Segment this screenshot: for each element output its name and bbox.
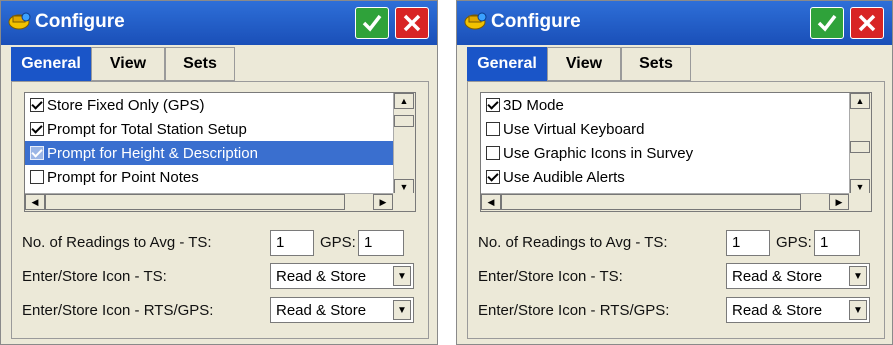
checkmark-icon: [362, 14, 382, 32]
checkbox[interactable]: [30, 122, 44, 136]
select-value: Read & Store: [276, 268, 367, 285]
scroll-corner: [393, 193, 415, 211]
scroll-thumb[interactable]: [501, 194, 801, 210]
list-item-label: Store Fixed Only (GPS): [47, 96, 205, 114]
list-item-label: Use Virtual Keyboard: [503, 120, 645, 138]
scroll-thumb[interactable]: [850, 141, 870, 153]
checkbox[interactable]: [486, 170, 500, 184]
tab-view[interactable]: View: [91, 47, 165, 81]
configure-window-left: Configure General View Sets Store Fixed …: [0, 0, 438, 345]
options-rows: Store Fixed Only (GPS) Prompt for Total …: [25, 93, 393, 195]
scroll-thumb[interactable]: [394, 115, 414, 127]
arrow-up-icon[interactable]: ▲: [394, 93, 414, 109]
ok-button[interactable]: [355, 7, 389, 39]
list-item-label: Use Audible Alerts: [503, 168, 625, 186]
list-item-label: Use Graphic Icons in Survey: [503, 144, 694, 162]
configure-window-right: Configure General View Sets 3D Mode Use …: [456, 0, 893, 345]
vertical-scrollbar[interactable]: ▲ ▼: [393, 93, 415, 195]
select-value: Read & Store: [732, 268, 823, 285]
checkbox[interactable]: [30, 146, 44, 160]
cancel-button[interactable]: [395, 7, 429, 39]
arrow-right-icon[interactable]: ▶: [373, 194, 393, 210]
list-item[interactable]: Prompt for Total Station Setup: [25, 117, 393, 141]
select-value: Read & Store: [276, 302, 367, 319]
rts-icon-label: Enter/Store Icon - RTS/GPS:: [22, 302, 214, 319]
gps-label: GPS:: [320, 234, 356, 251]
ok-button[interactable]: [810, 7, 844, 39]
horizontal-scrollbar[interactable]: ◀ ▶: [25, 193, 393, 211]
list-item-label: 3D Mode: [503, 96, 564, 114]
arrow-right-icon[interactable]: ▶: [829, 194, 849, 210]
chevron-down-icon[interactable]: ▼: [849, 266, 867, 286]
ts-readings-field[interactable]: 1: [270, 230, 314, 256]
options-rows: 3D Mode Use Virtual Keyboard Use Graphic…: [481, 93, 849, 195]
ts-icon-label: Enter/Store Icon - TS:: [478, 268, 623, 285]
list-item-label: Prompt for Point Notes: [47, 168, 199, 186]
chevron-down-icon[interactable]: ▼: [393, 266, 411, 286]
arrow-left-icon[interactable]: ◀: [25, 194, 45, 210]
scroll-corner: [849, 193, 871, 211]
horizontal-scrollbar[interactable]: ◀ ▶: [481, 193, 849, 211]
scroll-thumb[interactable]: [45, 194, 345, 210]
window-title: Configure: [35, 11, 125, 32]
checkbox[interactable]: [486, 146, 500, 160]
tab-general[interactable]: General: [467, 47, 547, 81]
gps-label: GPS:: [776, 234, 812, 251]
rts-icon-select[interactable]: Read & Store ▼: [270, 297, 414, 323]
tab-general[interactable]: General: [11, 47, 91, 81]
list-item[interactable]: Store Fixed Only (GPS): [25, 93, 393, 117]
general-panel: 3D Mode Use Virtual Keyboard Use Graphic…: [467, 81, 885, 339]
gps-readings-field[interactable]: 1: [814, 230, 860, 256]
window-title: Configure: [491, 11, 581, 32]
gps-readings-field[interactable]: 1: [358, 230, 404, 256]
rts-icon-select[interactable]: Read & Store ▼: [726, 297, 870, 323]
close-x-icon: [858, 14, 876, 32]
checkbox[interactable]: [30, 98, 44, 112]
rts-icon-label: Enter/Store Icon - RTS/GPS:: [478, 302, 670, 319]
title-bar: Configure: [1, 1, 437, 45]
checkbox[interactable]: [30, 170, 44, 184]
title-bar: Configure: [457, 1, 892, 45]
cancel-button[interactable]: [850, 7, 884, 39]
vertical-scrollbar[interactable]: ▲ ▼: [849, 93, 871, 195]
ts-icon-select[interactable]: Read & Store ▼: [726, 263, 870, 289]
readings-label: No. of Readings to Avg - TS:: [22, 234, 212, 251]
list-item-label: Prompt for Total Station Setup: [47, 120, 247, 138]
list-item[interactable]: Use Graphic Icons in Survey: [481, 141, 849, 165]
tab-sets[interactable]: Sets: [621, 47, 691, 81]
list-item[interactable]: Use Virtual Keyboard: [481, 117, 849, 141]
list-item-label: Prompt for Height & Description: [47, 144, 258, 162]
checkbox[interactable]: [486, 98, 500, 112]
surveyor-helmet-icon: [8, 12, 31, 30]
tab-view[interactable]: View: [547, 47, 621, 81]
list-item-selected[interactable]: Prompt for Height & Description: [25, 141, 393, 165]
readings-label: No. of Readings to Avg - TS:: [478, 234, 668, 251]
select-value: Read & Store: [732, 302, 823, 319]
ts-icon-label: Enter/Store Icon - TS:: [22, 268, 167, 285]
surveyor-helmet-icon: [464, 12, 487, 30]
chevron-down-icon[interactable]: ▼: [849, 300, 867, 320]
list-item[interactable]: Use Audible Alerts: [481, 165, 849, 189]
options-list[interactable]: 3D Mode Use Virtual Keyboard Use Graphic…: [480, 92, 872, 212]
general-panel: Store Fixed Only (GPS) Prompt for Total …: [11, 81, 429, 339]
tab-sets[interactable]: Sets: [165, 47, 235, 81]
arrow-up-icon[interactable]: ▲: [850, 93, 870, 109]
options-list[interactable]: Store Fixed Only (GPS) Prompt for Total …: [24, 92, 416, 212]
list-item[interactable]: Prompt for Point Notes: [25, 165, 393, 189]
close-x-icon: [403, 14, 421, 32]
arrow-left-icon[interactable]: ◀: [481, 194, 501, 210]
checkbox[interactable]: [486, 122, 500, 136]
ts-icon-select[interactable]: Read & Store ▼: [270, 263, 414, 289]
list-item[interactable]: 3D Mode: [481, 93, 849, 117]
ts-readings-field[interactable]: 1: [726, 230, 770, 256]
chevron-down-icon[interactable]: ▼: [393, 300, 411, 320]
checkmark-icon: [817, 14, 837, 32]
